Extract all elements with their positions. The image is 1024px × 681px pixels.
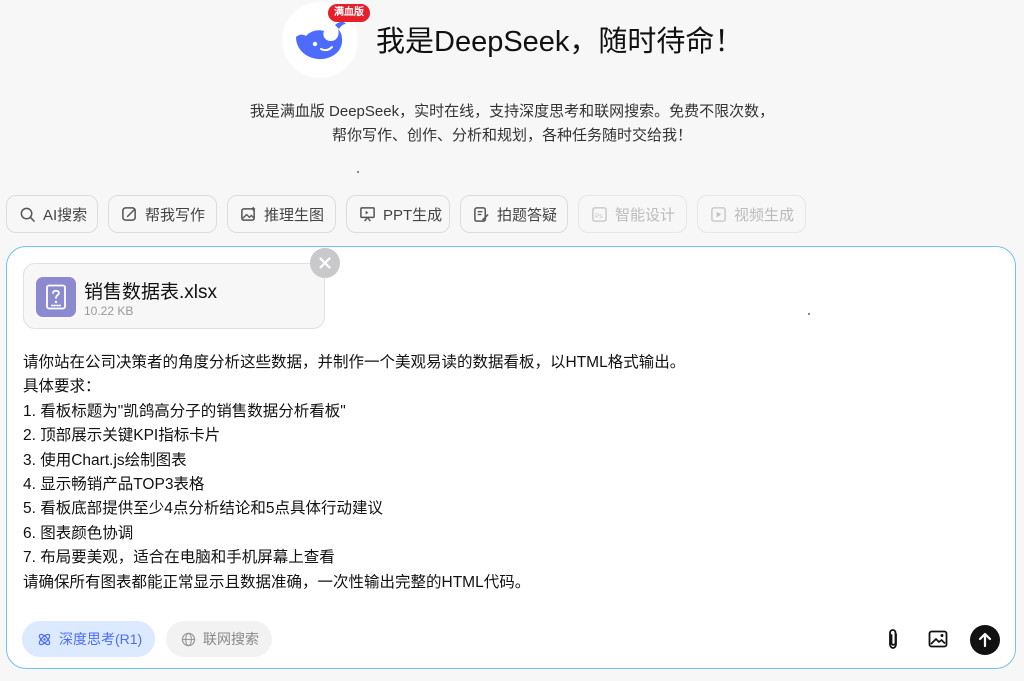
attachment-name: 销售数据表.xlsx (84, 282, 218, 303)
prompt-line: 具体要求： (23, 378, 101, 396)
chat-input-card[interactable]: 销售数据表.xlsx 10.22 KB 请你站在公司决策者的角度分析这些数据，并… (6, 246, 1016, 669)
attachment-card[interactable]: 销售数据表.xlsx 10.22 KB (23, 263, 325, 329)
unknown-file-icon (46, 284, 66, 310)
file-icon (36, 277, 76, 317)
chip-ppt[interactable]: PPT生成 (346, 195, 450, 233)
prompt-line: 5. 看板底部提供至少4点分析结论和5点具体行动建议 (23, 500, 383, 518)
ps-icon: Ps (592, 206, 607, 222)
deep-think-label: 深度思考(R1) (59, 631, 143, 647)
decorative-dot (808, 313, 810, 315)
prompt-line: 1. 看板标题为"凯鸽高分子的销售数据分析看板" (23, 402, 346, 420)
document-edit-icon (474, 206, 489, 222)
chip-photo-qa[interactable]: 拍题答疑 (460, 195, 568, 233)
prompt-line: 请你站在公司决策者的角度分析这些数据，并制作一个美观易读的数据看板，以HTML格… (23, 354, 686, 371)
attach-file-button[interactable] (880, 626, 906, 652)
chip-ai-search[interactable]: AI搜索 (6, 195, 98, 233)
search-icon (20, 207, 35, 222)
chip-label: AI搜索 (43, 206, 88, 224)
subtitle-line-2: 帮你写作、创作、分析和规划，各种任务随时交给我！ (331, 127, 692, 144)
chip-label: 视频生成 (734, 206, 795, 224)
chip-label: 推理生图 (264, 206, 325, 224)
image-plus-icon (241, 206, 256, 221)
prompt-line: 3. 使用Chart.js绘制图表 (23, 451, 187, 469)
prompt-line: 2. 顶部展示关键KPI指标卡片 (23, 427, 221, 445)
svg-text:Ps: Ps (595, 212, 603, 219)
attachment-size: 10.22 KB (84, 304, 134, 318)
prompt-line: 7. 布局要美观，适合在电脑和手机屏幕上查看 (23, 549, 335, 567)
chip-writing[interactable]: 帮我写作 (108, 195, 217, 233)
prompt-line: 请确保所有图表都能正常显示且数据准确，一次性输出完整的HTML代码。 (23, 573, 531, 591)
remove-attachment-button[interactable] (310, 248, 340, 278)
prompt-line: 4. 显示畅销产品TOP3表格 (23, 476, 205, 494)
chip-smart-design[interactable]: Ps 智能设计 (578, 195, 687, 233)
web-search-label: 联网搜索 (203, 631, 259, 647)
upload-image-button[interactable] (925, 626, 951, 652)
arrow-up-icon (978, 632, 992, 648)
edit-icon (122, 206, 136, 221)
prompt-text[interactable]: 请你站在公司决策者的角度分析这些数据，并制作一个美观易读的数据看板，以HTML格… (23, 351, 685, 595)
atom-icon (38, 633, 51, 645)
chip-label: 帮我写作 (145, 206, 206, 224)
full-version-badge: 满血版 (328, 4, 370, 22)
paperclip-icon (889, 629, 897, 649)
presentation-icon (360, 206, 375, 222)
page-title: 我是DeepSeek，随时待命！ (376, 26, 744, 58)
chip-image-gen[interactable]: 推理生图 (227, 195, 336, 233)
chip-label: 智能设计 (615, 206, 676, 224)
page-subtitle: 我是满血版 DeepSeek，实时在线，支持深度思考和联网搜索。免费不限次数， … (0, 100, 1024, 148)
chip-label: 拍题答疑 (497, 206, 558, 224)
whale-icon (296, 21, 346, 60)
send-button[interactable] (970, 625, 1000, 655)
close-icon (319, 257, 331, 269)
deepseek-logo: 满血版 (282, 2, 370, 78)
globe-icon (181, 632, 196, 646)
decorative-dot (357, 171, 359, 173)
prompt-line: 6. 图表颜色协调 (23, 524, 134, 542)
web-search-toggle[interactable]: 联网搜索 (166, 621, 272, 657)
image-icon (928, 630, 948, 648)
subtitle-line-1: 我是满血版 DeepSeek，实时在线，支持深度思考和联网搜索。免费不限次数， (249, 103, 775, 120)
chip-video-gen[interactable]: 视频生成 (697, 195, 806, 233)
video-icon (711, 206, 726, 222)
deep-think-toggle[interactable]: 深度思考(R1) (22, 621, 156, 657)
chip-label: PPT生成 (383, 206, 443, 224)
